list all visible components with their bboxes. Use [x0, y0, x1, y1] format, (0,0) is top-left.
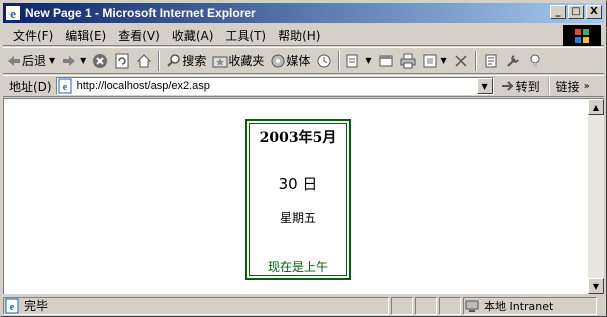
address-dropdown-icon[interactable]: ▼ — [476, 78, 493, 94]
address-url: http://localhost/asp/ex2.asp — [76, 80, 210, 92]
tools-button[interactable] — [502, 50, 524, 72]
window-button[interactable]: ▼ — [419, 50, 450, 72]
address-label: 地址(D) — [9, 79, 52, 94]
back-arrow-icon — [6, 53, 22, 69]
messenger-button[interactable] — [524, 50, 546, 72]
menu-view[interactable]: 查看(V) — [112, 27, 166, 44]
go-button[interactable]: 转到 — [500, 78, 540, 95]
media-icon — [270, 53, 286, 69]
status-text: 完毕 — [24, 299, 49, 313]
refresh-icon — [114, 53, 130, 69]
svg-text:e: e — [10, 6, 16, 21]
status-cell — [391, 296, 413, 315]
discuss-icon — [453, 53, 469, 69]
intranet-icon — [464, 298, 480, 314]
calendar-weekday: 星期五 — [279, 211, 316, 225]
search-button[interactable]: 搜索 — [163, 50, 209, 72]
status-bar: e 完毕 本地 Intranet — [3, 296, 604, 315]
calendar-ampm: 现在是上午 — [267, 260, 328, 274]
history-icon — [316, 53, 332, 69]
forward-button[interactable]: ▼ — [58, 50, 89, 72]
menu-edit[interactable]: 编辑(E) — [59, 27, 112, 44]
windows-logo-icon — [563, 25, 601, 46]
notes-button[interactable] — [480, 50, 502, 72]
page-status-icon: e — [4, 298, 20, 314]
print-button[interactable] — [397, 50, 419, 72]
edit-page-icon — [378, 53, 394, 69]
window-icon — [422, 53, 438, 69]
forward-dropdown-icon[interactable]: ▼ — [80, 56, 86, 65]
search-label: 搜索 — [182, 54, 207, 68]
status-cell — [439, 296, 461, 315]
favorites-button[interactable]: 收藏夹 — [209, 50, 267, 72]
lightbulb-icon — [527, 53, 543, 69]
status-main: e 完毕 — [3, 296, 389, 315]
close-button[interactable]: X — [586, 5, 602, 19]
stop-icon — [92, 53, 108, 69]
edit-button[interactable] — [375, 50, 397, 72]
back-label: 后退 — [22, 54, 47, 68]
favorites-label: 收藏夹 — [228, 54, 265, 68]
address-input[interactable]: e http://localhost/asp/ex2.asp ▼ — [55, 77, 494, 95]
scroll-down-icon[interactable]: ▼ — [588, 278, 604, 294]
mail-icon — [346, 53, 362, 69]
menu-tools[interactable]: 工具(T) — [219, 27, 272, 44]
toolbar: 后退 ▼ ▼ 搜索 收藏夹 媒体 ▼ ▼ — [3, 47, 604, 74]
zone-label: 本地 Intranet — [484, 299, 554, 313]
calendar-inner: 2003年5月 30 日 星期五 现在是上午 — [249, 123, 347, 276]
minimize-button[interactable]: _ — [550, 5, 566, 19]
toolbar-separator — [158, 50, 161, 71]
favorites-folder-icon — [212, 53, 228, 69]
vertical-scrollbar[interactable]: ▲ ▼ — [588, 99, 604, 294]
media-button[interactable]: 媒体 — [267, 50, 313, 72]
mail-button[interactable]: ▼ — [343, 50, 374, 72]
back-dropdown-icon[interactable]: ▼ — [49, 56, 55, 65]
stop-button[interactable] — [89, 50, 111, 72]
page-content: 2003年5月 30 日 星期五 现在是上午 ▲ ▼ — [3, 98, 604, 294]
svg-text:e: e — [62, 82, 67, 93]
go-label: 转到 — [515, 79, 540, 94]
page-icon: e — [57, 78, 73, 94]
wrench-icon — [505, 53, 521, 69]
forward-arrow-icon — [61, 53, 77, 69]
media-label: 媒体 — [286, 54, 311, 68]
toolbar-separator — [474, 50, 477, 71]
notes-icon — [483, 53, 499, 69]
links-button[interactable]: 链接 » — [547, 77, 590, 95]
menu-help[interactable]: 帮助(H) — [272, 27, 326, 44]
window-dropdown-icon[interactable]: ▼ — [441, 56, 447, 65]
svg-text:e: e — [10, 302, 15, 313]
discuss-button[interactable] — [450, 50, 472, 72]
links-label: 链接 — [555, 79, 580, 94]
calendar-year-month: 2003年5月 — [259, 130, 337, 146]
home-button[interactable] — [133, 50, 155, 72]
scroll-up-icon[interactable]: ▲ — [588, 99, 604, 115]
printer-icon — [400, 53, 416, 69]
browser-window: e New Page 1 - Microsoft Internet Explor… — [0, 0, 607, 317]
maximize-button[interactable]: □ — [568, 5, 584, 19]
history-button[interactable] — [313, 50, 335, 72]
calendar-day: 30 日 — [278, 175, 318, 193]
go-arrow-icon — [500, 78, 516, 94]
security-zone[interactable]: 本地 Intranet — [463, 296, 597, 315]
back-button[interactable]: 后退 ▼ — [3, 50, 58, 72]
window-title: New Page 1 - Microsoft Internet Explorer — [25, 6, 256, 20]
menu-favorites[interactable]: 收藏(A) — [166, 27, 220, 44]
calendar-box: 2003年5月 30 日 星期五 现在是上午 — [245, 119, 351, 280]
menu-bar: 文件(F) 编辑(E) 查看(V) 收藏(A) 工具(T) 帮助(H) — [3, 25, 604, 46]
status-cell — [415, 296, 437, 315]
chevron-right-icon: » — [583, 80, 590, 92]
address-bar: 地址(D) e http://localhost/asp/ex2.asp ▼ 转… — [3, 75, 604, 97]
search-icon — [166, 53, 182, 69]
menu-file[interactable]: 文件(F) — [3, 27, 59, 44]
mail-dropdown-icon[interactable]: ▼ — [365, 56, 371, 65]
refresh-button[interactable] — [111, 50, 133, 72]
ie-logo-icon: e — [5, 5, 21, 21]
title-bar[interactable]: e New Page 1 - Microsoft Internet Explor… — [3, 3, 604, 23]
toolbar-separator — [338, 50, 341, 71]
home-icon — [136, 53, 152, 69]
